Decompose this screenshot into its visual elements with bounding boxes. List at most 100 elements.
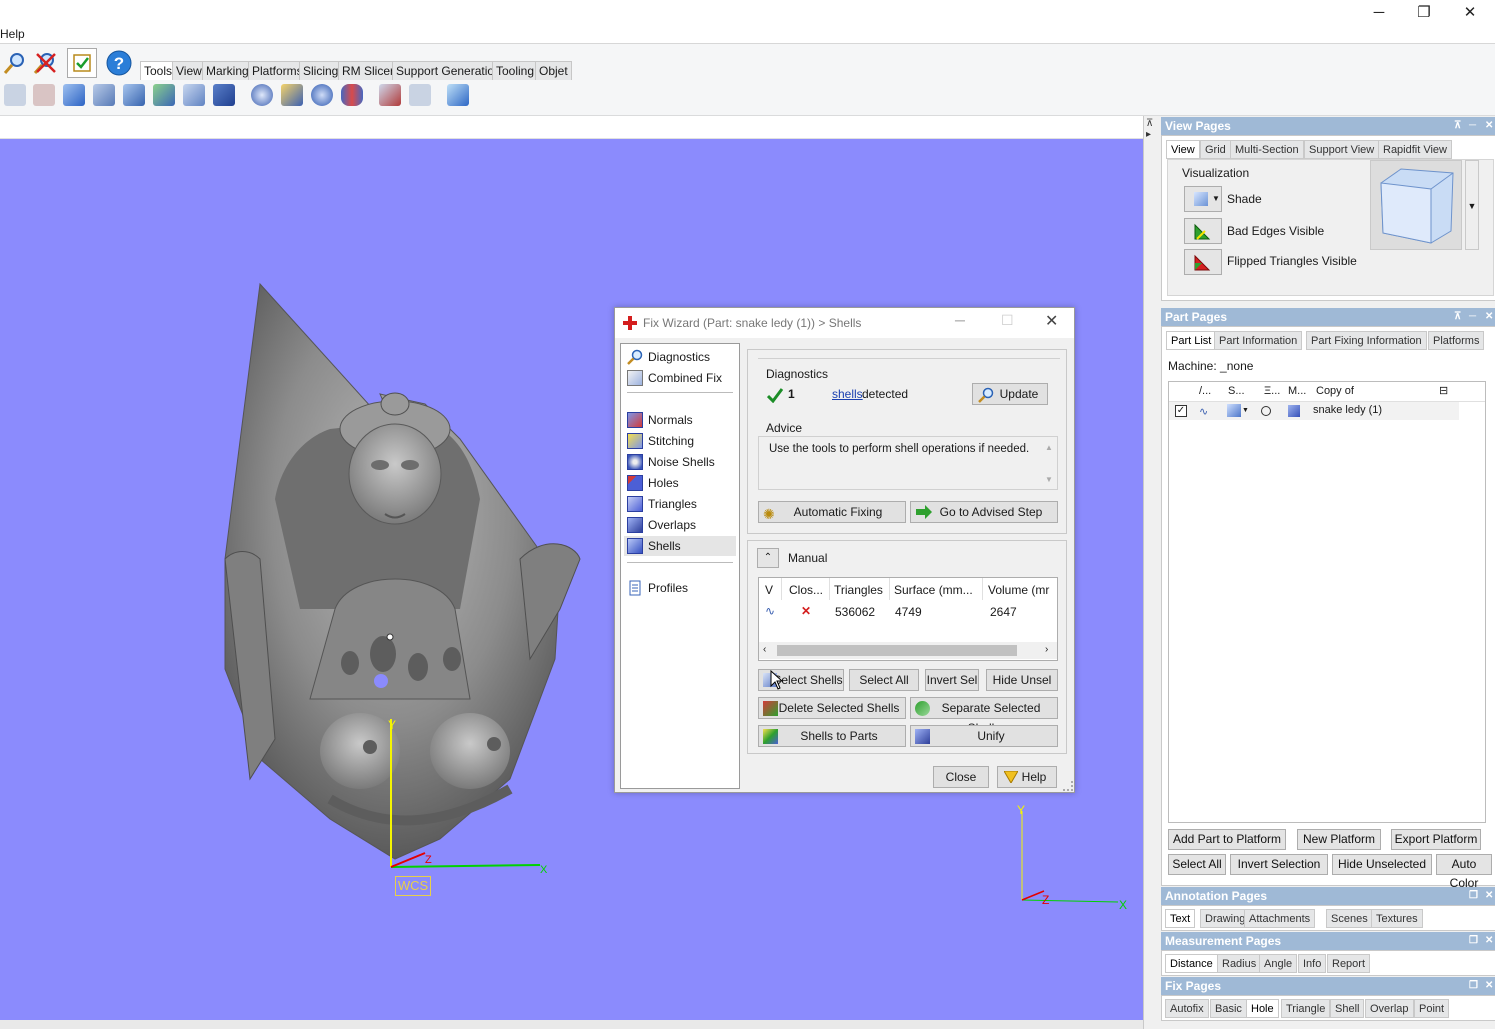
go-to-advised-step-button[interactable]: Go to Advised Step [910, 501, 1058, 523]
hide-unselected-button[interactable]: Hide Unselected [1332, 854, 1432, 875]
sphere-icon[interactable] [251, 84, 273, 106]
menu-help[interactable]: Help [0, 27, 25, 41]
nav-diagnostics[interactable]: Diagnostics [627, 347, 710, 367]
boolean-icon[interactable] [311, 84, 333, 106]
close-button[interactable]: Close [933, 766, 989, 788]
close-panel-icon[interactable]: ✕ [1485, 117, 1493, 135]
shells-to-parts-button[interactable]: Shells to Parts [758, 725, 906, 747]
help-icon[interactable]: ? [104, 48, 134, 78]
add-part-to-platform-button[interactable]: Add Part to Platform [1168, 829, 1286, 850]
unify-button[interactable]: Unify [910, 725, 1058, 747]
restore-panel-icon[interactable]: ❐ [1469, 887, 1478, 905]
tab-attachments[interactable]: Attachments [1244, 909, 1316, 928]
tab-radius[interactable]: Radius [1217, 954, 1262, 973]
pattern-icon[interactable] [379, 84, 401, 106]
tab-text[interactable]: Text [1165, 909, 1196, 928]
restore-panel-icon[interactable]: ❐ [1469, 977, 1478, 995]
part-list-table[interactable]: /... S... Ξ... M... Copy of ⊟ ✓ ∿ ▼ snak… [1168, 381, 1486, 823]
part-icon[interactable] [447, 84, 469, 106]
separate-selected-shells-button[interactable]: Separate Selected Shells [910, 697, 1058, 735]
visible-icon[interactable]: ∿ [765, 604, 775, 618]
hollow-icon[interactable] [213, 84, 235, 106]
tab-drawing[interactable]: Drawing [1200, 909, 1251, 928]
col-volume[interactable]: Volume (mr [988, 583, 1049, 597]
zoom-off-icon[interactable] [30, 48, 60, 78]
tab-overlap[interactable]: Overlap [1365, 999, 1414, 1018]
slice-icon[interactable] [93, 84, 115, 106]
scroll-down-icon[interactable]: ▼ [1045, 475, 1053, 484]
scrollbar-thumb[interactable] [777, 645, 1017, 656]
part-name[interactable]: snake ledy (1) [1313, 404, 1382, 416]
nav-holes[interactable]: Holes [627, 473, 679, 493]
tab-report[interactable]: Report [1327, 954, 1371, 973]
restore-button[interactable]: ❐ [1401, 0, 1447, 24]
tab-autofix[interactable]: Autofix [1165, 999, 1209, 1018]
collapse-manual-button[interactable]: ⌃ [757, 548, 779, 568]
nav-normals[interactable]: Normals [627, 410, 693, 430]
tab-tools[interactable]: Tools [140, 61, 177, 80]
extrude-icon[interactable] [153, 84, 175, 106]
hide-unsel-button[interactable]: Hide Unsel [986, 669, 1058, 691]
tab-support-generation[interactable]: Support Generation [392, 61, 505, 80]
invert-sel-button[interactable]: Invert Sel [925, 669, 979, 691]
invert-selection-button[interactable]: Invert Selection [1230, 854, 1328, 875]
checklist-icon[interactable] [67, 48, 97, 78]
tab-angle[interactable]: Angle [1259, 954, 1298, 973]
tab-textures[interactable]: Textures [1371, 909, 1423, 928]
col-surface[interactable]: Surface (mm... [894, 583, 973, 597]
restore-panel-icon[interactable]: ❐ [1469, 932, 1478, 950]
minimize-panel-icon[interactable]: ─ [1469, 117, 1476, 135]
tab-grid[interactable]: Grid [1200, 140, 1231, 159]
tab-view-page[interactable]: View [1166, 140, 1200, 159]
close-window-button[interactable]: ✕ [1447, 0, 1493, 24]
bad-edges-button[interactable] [1184, 218, 1222, 244]
tab-support-view[interactable]: Support View [1304, 140, 1380, 159]
dialog-title-bar[interactable]: Fix Wizard (Part: snake ledy (1)) > Shel… [615, 308, 1074, 338]
link-icon[interactable] [341, 84, 363, 106]
tab-hole[interactable]: Hole [1246, 999, 1279, 1018]
tab-view[interactable]: View [172, 61, 206, 80]
tab-basic[interactable]: Basic [1210, 999, 1247, 1018]
col-shade[interactable]: S... [1228, 385, 1245, 397]
cube-icon[interactable] [63, 84, 85, 106]
tab-shell[interactable]: Shell [1330, 999, 1365, 1018]
tab-point[interactable]: Point [1414, 999, 1450, 1018]
table-row[interactable]: ∿ ✕ 536062 4749 2647 [759, 602, 1057, 622]
tab-multi-section[interactable]: Multi-Section [1230, 140, 1304, 159]
cut-icon[interactable] [123, 84, 145, 106]
minimize-button[interactable]: ─ [1356, 0, 1402, 24]
tab-scenes[interactable]: Scenes [1326, 909, 1373, 928]
select-all-parts-button[interactable]: Select All [1168, 854, 1226, 875]
horizontal-scrollbar[interactable]: ‹ › [759, 642, 1057, 659]
col-closed[interactable]: Clos... [789, 583, 823, 597]
dialog-close-icon[interactable]: ✕ [1045, 311, 1058, 331]
nav-overlaps[interactable]: Overlaps [627, 515, 696, 535]
row-checkbox[interactable]: ✓ [1175, 405, 1187, 417]
nav-combined-fix[interactable]: Combined Fix [627, 368, 722, 388]
nav-triangles[interactable]: Triangles [627, 494, 697, 514]
tab-tooling[interactable]: Tooling [492, 61, 539, 80]
close-panel-icon[interactable]: ✕ [1485, 308, 1493, 326]
resize-grip[interactable] [1063, 781, 1073, 791]
new-platform-button[interactable]: New Platform [1297, 829, 1381, 850]
pin-icon[interactable]: ⊼ [1454, 117, 1461, 135]
dialog-minimize-icon[interactable]: ─ [955, 312, 965, 328]
tab-marking[interactable]: Marking [202, 61, 253, 80]
view-cube-preview[interactable] [1370, 160, 1462, 250]
tab-part-fixing-information[interactable]: Part Fixing Information [1306, 331, 1427, 350]
tab-platforms[interactable]: Platforms [248, 61, 307, 80]
nav-shells[interactable]: Shells [624, 536, 736, 556]
nav-noise-shells[interactable]: Noise Shells [627, 452, 715, 472]
delete-selected-shells-button[interactable]: Delete Selected Shells [758, 697, 906, 719]
col-visible[interactable]: /... [1199, 385, 1211, 397]
scroll-right-icon[interactable]: › [1045, 644, 1048, 655]
col-v[interactable]: V [765, 583, 773, 597]
export-platform-button[interactable]: Export Platform [1391, 829, 1481, 850]
scroll-left-icon[interactable]: ‹ [763, 644, 766, 655]
close-panel-icon[interactable]: ✕ [1485, 932, 1493, 950]
tab-objet[interactable]: Objet [535, 61, 572, 80]
close-panel-icon[interactable]: ✕ [1485, 977, 1493, 995]
dock-pin-icon[interactable]: ⊼ ▸ [1146, 118, 1156, 148]
auto-color-button[interactable]: Auto Color [1436, 854, 1492, 890]
column-chooser-icon[interactable]: ⊟ [1439, 384, 1448, 397]
